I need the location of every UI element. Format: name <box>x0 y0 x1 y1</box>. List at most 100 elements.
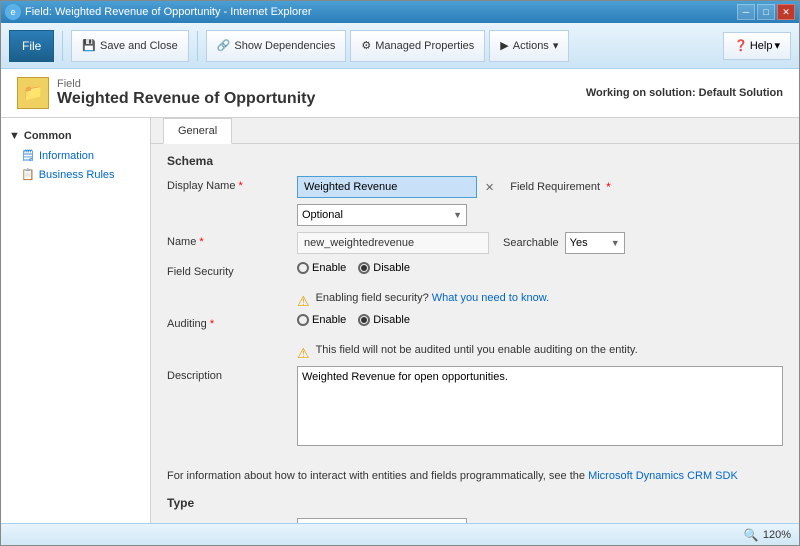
show-dependencies-button[interactable]: 🔗 Show Dependencies <box>206 30 347 62</box>
field-security-radio-group: Enable Disable <box>297 262 410 274</box>
title-bar: e Field: Weighted Revenue of Opportunity… <box>1 1 799 23</box>
searchable-value: Yes <box>570 237 588 249</box>
description-label: Description <box>167 366 297 382</box>
auditing-row: Auditing * Enable <box>167 314 783 338</box>
auditing-radio-group: Enable Disable <box>297 314 410 326</box>
display-name-controls: ✕ Field Requirement * Optional ▼ <box>297 176 783 226</box>
sidebar-item-information[interactable]: 🗒 Information <box>1 146 150 165</box>
schema-section: Schema Display Name * ✕ Field Requiremen… <box>151 144 799 462</box>
field-requirement-required: * <box>606 180 611 194</box>
managed-icon: ⚙ <box>361 39 371 52</box>
field-requirement-select[interactable]: Optional ▼ <box>297 204 467 226</box>
managed-properties-label: Managed Properties <box>375 40 474 52</box>
actions-arrow-icon: ▾ <box>553 39 559 52</box>
sidebar-information-label: Information <box>39 150 94 162</box>
field-icon: 📁 <box>17 77 49 109</box>
searchable-label: Searchable <box>503 237 559 249</box>
tab-bar: General <box>151 118 799 144</box>
show-dependencies-label: Show Dependencies <box>234 40 335 52</box>
auditing-enable-label: Enable <box>312 314 346 326</box>
auditing-enable-circle <box>297 314 309 326</box>
searchable-arrow-icon: ▼ <box>611 238 620 248</box>
zoom-level: 120% <box>763 529 791 541</box>
auditing-warning-text: This field will not be audited until you… <box>316 344 638 356</box>
managed-properties-button[interactable]: ⚙ Managed Properties <box>350 30 485 62</box>
tab-general[interactable]: General <box>163 118 232 144</box>
field-security-enable-label: Enable <box>312 262 346 274</box>
field-security-controls: Enable Disable <box>297 262 783 274</box>
field-security-row: Field Security Enable Disable <box>167 262 783 286</box>
auditing-controls: Enable Disable <box>297 314 783 326</box>
toolbar-separator-2 <box>197 31 198 61</box>
content-area: Schema Display Name * ✕ Field Requiremen… <box>151 144 799 523</box>
toolbar: File 💾 Save and Close 🔗 Show Dependencie… <box>1 23 799 69</box>
field-requirement-label: Field Requirement <box>510 181 600 193</box>
status-bar: 🔍 120% <box>1 523 799 545</box>
close-button[interactable]: ✕ <box>777 4 795 20</box>
help-label: Help <box>750 40 773 52</box>
solution-info: Working on solution: Default Solution <box>586 87 783 99</box>
type-section: Type Data Type * Currency ▼ <box>151 490 799 523</box>
sdk-link[interactable]: Microsoft Dynamics CRM SDK <box>588 470 738 482</box>
warning-icon: ⚠ <box>297 293 310 310</box>
minimize-button[interactable]: ─ <box>737 4 755 20</box>
field-security-disable-label: Disable <box>373 262 410 274</box>
info-text-row: For information about how to interact wi… <box>151 470 799 482</box>
zoom-icon: 🔍 <box>744 528 759 542</box>
sidebar: ▼ Common 🗒 Information 📋 Business Rules <box>1 118 151 523</box>
name-label: Name * <box>167 232 297 248</box>
auditing-enable-radio[interactable]: Enable <box>297 314 346 326</box>
display-name-label: Display Name * <box>167 176 297 192</box>
auditing-disable-radio[interactable]: Disable <box>358 314 410 326</box>
field-security-label: Field Security <box>167 262 297 278</box>
field-security-enable-radio[interactable]: Enable <box>297 262 346 274</box>
help-button[interactable]: ❓ Help ▾ <box>723 32 791 60</box>
sidebar-business-rules-label: Business Rules <box>39 169 115 181</box>
help-icon: ❓ <box>734 39 748 52</box>
schema-title: Schema <box>167 154 783 168</box>
warning-text: Enabling field security? What you need t… <box>316 292 550 304</box>
description-textarea[interactable]: Weighted Revenue for open opportunities. <box>297 366 783 446</box>
auditing-disable-circle <box>358 314 370 326</box>
help-arrow-icon: ▾ <box>774 39 780 52</box>
field-requirement-value: Optional <box>302 209 343 221</box>
actions-button[interactable]: ▶ Actions ▾ <box>489 30 569 62</box>
actions-label: Actions <box>513 40 549 52</box>
save-close-label: Save and Close <box>100 40 178 52</box>
info-text: For information about how to interact wi… <box>167 470 585 482</box>
toolbar-separator-1 <box>62 31 63 61</box>
searchable-select[interactable]: Yes ▼ <box>565 232 625 254</box>
auditing-disable-label: Disable <box>373 314 410 326</box>
name-controls: Searchable Yes ▼ <box>297 232 783 254</box>
auditing-warning: ⚠ This field will not be audited until y… <box>297 344 783 362</box>
field-requirement-arrow-icon: ▼ <box>453 210 462 220</box>
name-required: * <box>199 236 203 248</box>
warning-link[interactable]: What you need to know. <box>432 292 549 304</box>
sidebar-item-business-rules[interactable]: 📋 Business Rules <box>1 165 150 184</box>
file-button[interactable]: File <box>9 30 54 62</box>
triangle-icon: ▼ <box>9 130 20 142</box>
display-name-row: Display Name * ✕ Field Requirement * Opt… <box>167 176 783 226</box>
page-header: 📁 Field Weighted Revenue of Opportunity … <box>1 69 799 118</box>
display-name-required: * <box>239 180 243 192</box>
field-security-disable-radio[interactable]: Disable <box>358 262 410 274</box>
name-row: Name * Searchable Yes ▼ <box>167 232 783 256</box>
dependencies-icon: 🔗 <box>217 39 231 52</box>
window-title: Field: Weighted Revenue of Opportunity -… <box>25 6 312 18</box>
save-close-button[interactable]: 💾 Save and Close <box>71 30 188 62</box>
description-controls: Weighted Revenue for open opportunities. <box>297 366 783 446</box>
name-input[interactable] <box>297 232 489 254</box>
auditing-required: * <box>210 318 214 330</box>
field-security-warning: ⚠ Enabling field security? What you need… <box>297 292 783 310</box>
actions-icon: ▶ <box>500 39 508 52</box>
sidebar-common-label: Common <box>24 130 72 142</box>
maximize-button[interactable]: □ <box>757 4 775 20</box>
auditing-warning-icon: ⚠ <box>297 345 310 362</box>
business-rules-icon: 📋 <box>21 168 35 181</box>
display-name-clear-button[interactable]: ✕ <box>483 181 496 194</box>
zoom-area: 🔍 120% <box>744 528 791 542</box>
type-title: Type <box>167 496 783 510</box>
sidebar-section-common: ▼ Common <box>1 126 150 146</box>
display-name-input[interactable] <box>297 176 477 198</box>
entity-type-label: Field <box>57 78 315 90</box>
